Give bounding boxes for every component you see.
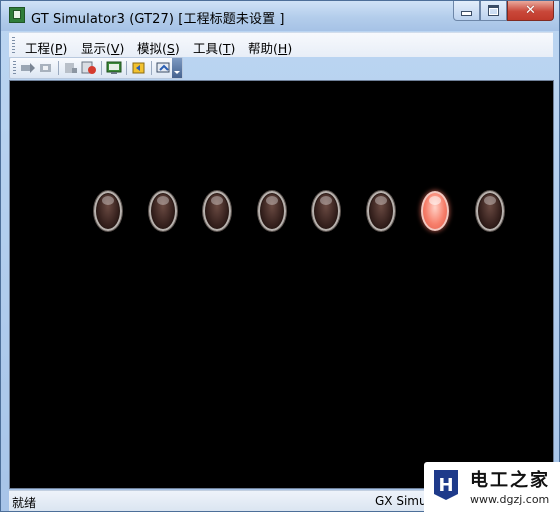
close-button[interactable]: ✕ bbox=[507, 1, 554, 21]
toolbar-separator bbox=[101, 61, 102, 75]
toolbar-separator bbox=[58, 61, 59, 75]
status-target: GX Simu bbox=[375, 494, 427, 508]
simulation-screen[interactable] bbox=[9, 80, 554, 489]
lamp-indicator-3 bbox=[203, 191, 231, 231]
watermark: H 电工之家 www.dgzj.com bbox=[424, 462, 560, 512]
monitor-icon[interactable] bbox=[105, 60, 123, 76]
watermark-url: www.dgzj.com bbox=[470, 493, 550, 506]
toolbar-grip[interactable] bbox=[13, 61, 16, 75]
lamp-indicator-5 bbox=[312, 191, 340, 231]
title-bar[interactable]: GT Simulator3 (GT27) [工程标题未设置 ] ✕ bbox=[1, 1, 559, 31]
lamp-indicator-2 bbox=[148, 191, 177, 231]
watermark-title: 电工之家 bbox=[470, 470, 550, 491]
menu-bar: 工程(P) 显示(V) 模拟(S) 工具(T) 帮助(H) bbox=[9, 32, 553, 57]
stop-icon[interactable] bbox=[37, 60, 55, 76]
settings-icon[interactable] bbox=[80, 60, 98, 76]
menu-tools[interactable]: 工具(T) bbox=[193, 38, 235, 57]
watermark-logo: H bbox=[434, 470, 458, 500]
close-icon: ✕ bbox=[525, 3, 536, 18]
window-title: GT Simulator3 (GT27) [工程标题未设置 ] bbox=[31, 12, 285, 27]
chevron-down-icon bbox=[174, 71, 180, 74]
menu-project[interactable]: 工程(P) bbox=[25, 38, 67, 57]
menu-view[interactable]: 显示(V) bbox=[81, 38, 124, 57]
maximize-icon bbox=[488, 5, 499, 16]
status-text: 就绪 bbox=[12, 496, 37, 510]
watermark-logo-letter: H bbox=[438, 475, 453, 496]
menubar-grip[interactable] bbox=[12, 37, 15, 53]
minimize-icon bbox=[461, 11, 472, 16]
lamp-indicator-4 bbox=[257, 191, 286, 231]
lamp-indicator-1 bbox=[94, 191, 122, 231]
app-window: GT Simulator3 (GT27) [工程标题未设置 ] ✕ 工程(P) … bbox=[0, 0, 560, 512]
menu-simulation[interactable]: 模拟(S) bbox=[137, 38, 180, 57]
lamp-indicator-8 bbox=[475, 191, 504, 231]
toolbar-separator bbox=[151, 61, 152, 75]
device-icon[interactable] bbox=[155, 60, 173, 76]
toolbar bbox=[9, 57, 183, 79]
minimize-button[interactable] bbox=[453, 1, 480, 21]
menu-help[interactable]: 帮助(H) bbox=[248, 38, 292, 57]
lamp-indicator-6 bbox=[366, 191, 395, 231]
maximize-button[interactable] bbox=[480, 1, 507, 21]
app-icon[interactable] bbox=[9, 7, 25, 23]
refresh-icon[interactable] bbox=[130, 60, 148, 76]
toolbar-separator bbox=[126, 61, 127, 75]
toolbar-overflow-button[interactable] bbox=[172, 58, 182, 78]
lamp-indicator-7 bbox=[421, 191, 449, 231]
run-icon[interactable] bbox=[19, 60, 37, 76]
print-icon[interactable] bbox=[62, 60, 80, 76]
